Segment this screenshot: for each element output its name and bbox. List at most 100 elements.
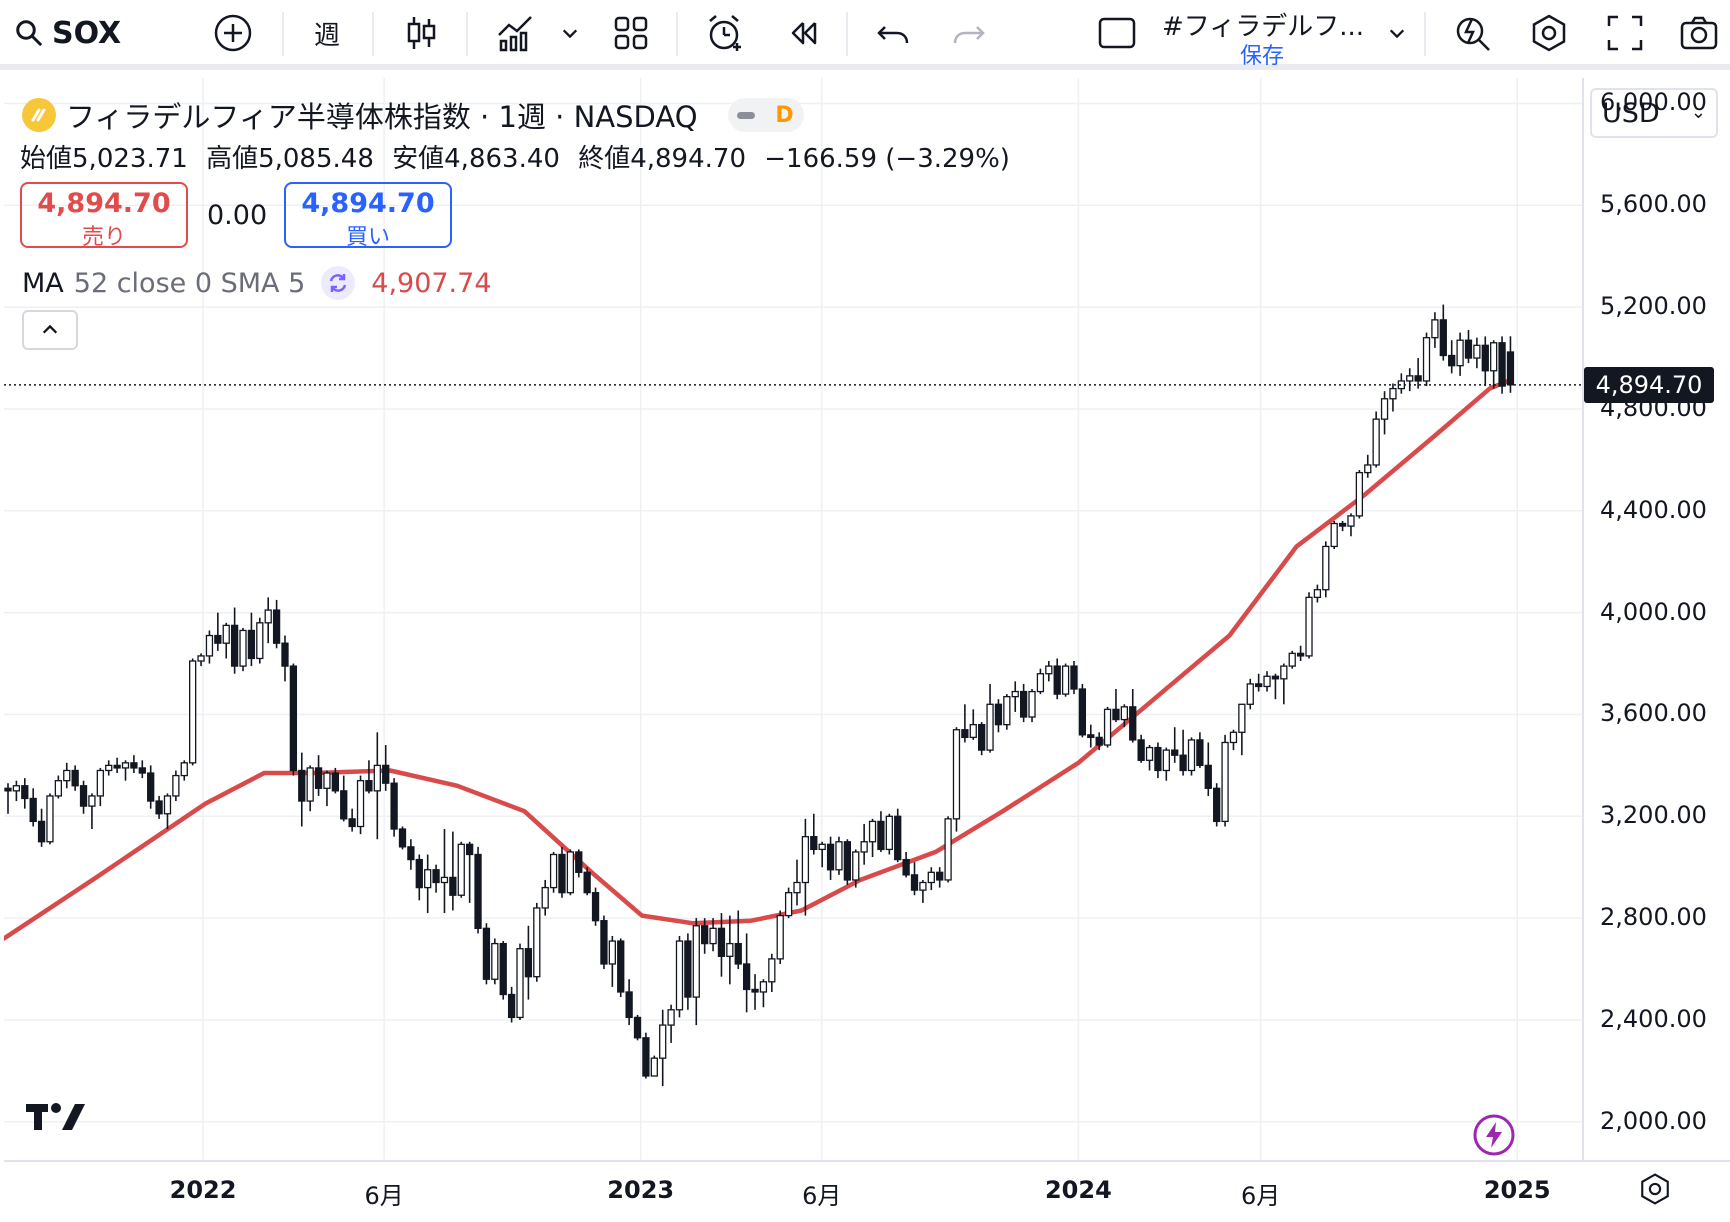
screenshot-button[interactable] [1672, 0, 1726, 66]
layout-grid-button[interactable] [606, 0, 656, 66]
candle [860, 823, 868, 865]
candle-body [1213, 787, 1221, 823]
candle [323, 770, 331, 807]
candle [1112, 689, 1120, 723]
candle [348, 808, 356, 832]
candle-body [1448, 354, 1456, 367]
candle [113, 757, 121, 774]
fullscreen-button[interactable] [1600, 0, 1650, 66]
candle [465, 841, 474, 903]
candle-body [1137, 739, 1145, 761]
search-icon [16, 20, 42, 46]
candle-body [163, 795, 172, 815]
candle [675, 935, 684, 1018]
candle-body [256, 622, 264, 660]
candle-body [1246, 683, 1254, 705]
candle-body [566, 851, 575, 894]
candle [608, 935, 616, 987]
indicators-dropdown[interactable] [556, 0, 584, 66]
candle [1028, 689, 1036, 723]
x-tick-label: 2023 [607, 1176, 675, 1204]
candle-body [197, 655, 205, 662]
buy-button[interactable]: 4,894.70 買い [284, 182, 452, 250]
candle [726, 915, 734, 985]
candle [1129, 689, 1137, 743]
quick-search-button[interactable] [1448, 0, 1498, 66]
tradingview-logo[interactable] [26, 1100, 88, 1138]
sell-label: 売り [81, 225, 126, 250]
candle-body [1112, 708, 1120, 721]
candle-body [1364, 464, 1372, 474]
alert-button[interactable] [700, 0, 750, 66]
legend-title[interactable]: フィラデルフィア半導体株指数 · 1週 · NASDAQ [66, 94, 698, 136]
candle-body [1196, 739, 1204, 767]
candle-body [902, 858, 910, 876]
spread-value: 0.00 [207, 200, 268, 231]
candle [1422, 332, 1431, 387]
candle-body [46, 795, 54, 843]
candle-body [1154, 746, 1162, 772]
candle [163, 793, 172, 830]
candle-body [894, 815, 902, 861]
candle-body [944, 818, 952, 881]
interval-button[interactable]: 週 [302, 0, 352, 66]
sync-icon[interactable] [321, 266, 356, 300]
candle-body [1506, 351, 1515, 386]
replay-button[interactable] [778, 0, 828, 66]
interval-label: 週 [313, 20, 340, 51]
grid-icon [614, 16, 648, 50]
undo-button[interactable] [868, 0, 918, 66]
collapse-legend-button[interactable] [22, 310, 78, 350]
candle [524, 925, 533, 1000]
chart-settings-icon[interactable] [1638, 1172, 1672, 1210]
layout-dropdown[interactable] [1382, 0, 1412, 66]
candle [1380, 391, 1389, 435]
redo-button[interactable] [944, 0, 994, 66]
candle-body [130, 762, 138, 769]
candle [289, 663, 298, 776]
market-status-badge[interactable]: D [727, 98, 804, 132]
indicators-button[interactable] [490, 0, 540, 66]
candle-body [1263, 675, 1271, 688]
candle-body [558, 853, 566, 894]
compare-symbol-button[interactable] [208, 0, 258, 66]
settings-button[interactable] [1524, 0, 1574, 66]
candle [298, 752, 306, 827]
x-tick-label: 2025 [1483, 1176, 1551, 1204]
undo-icon [877, 26, 909, 44]
buy-price: 4,894.70 [301, 188, 435, 219]
layout-button[interactable] [1096, 0, 1138, 66]
candle-body [810, 836, 818, 851]
symbol-search[interactable]: SOX [14, 0, 124, 66]
candle [558, 846, 566, 898]
candle [843, 839, 852, 886]
chart-svg[interactable] [4, 78, 1582, 1160]
candle [306, 765, 314, 812]
candle-body [776, 914, 784, 960]
indicator-legend-row[interactable]: MA 52 close 0 SMA 5 4,907.74 [22, 266, 492, 300]
candle-body [390, 782, 398, 830]
sell-button[interactable]: 4,894.70 売り [20, 182, 188, 250]
candle [902, 851, 910, 878]
candle-body [633, 1016, 642, 1039]
candle-body [289, 665, 298, 772]
open-label: 始値 [20, 144, 73, 174]
candle [432, 864, 440, 893]
candle-body [54, 780, 63, 797]
candle-body [1045, 665, 1053, 675]
candle [491, 938, 499, 985]
chart-type-button[interactable] [396, 0, 446, 66]
chart-pane[interactable] [4, 78, 1582, 1160]
candle-body [986, 703, 994, 751]
candle [936, 867, 944, 888]
candle [910, 862, 919, 896]
lightning-icon[interactable] [1473, 1114, 1515, 1160]
candle-body [382, 764, 390, 784]
candle-body [826, 843, 835, 871]
ma-layer [4, 379, 1509, 941]
candle-body [230, 624, 239, 667]
y-tick-label: 4,400.00 [1600, 495, 1707, 524]
candle-body [88, 795, 96, 807]
candle-body [1313, 589, 1322, 599]
candle-body [1280, 665, 1288, 680]
